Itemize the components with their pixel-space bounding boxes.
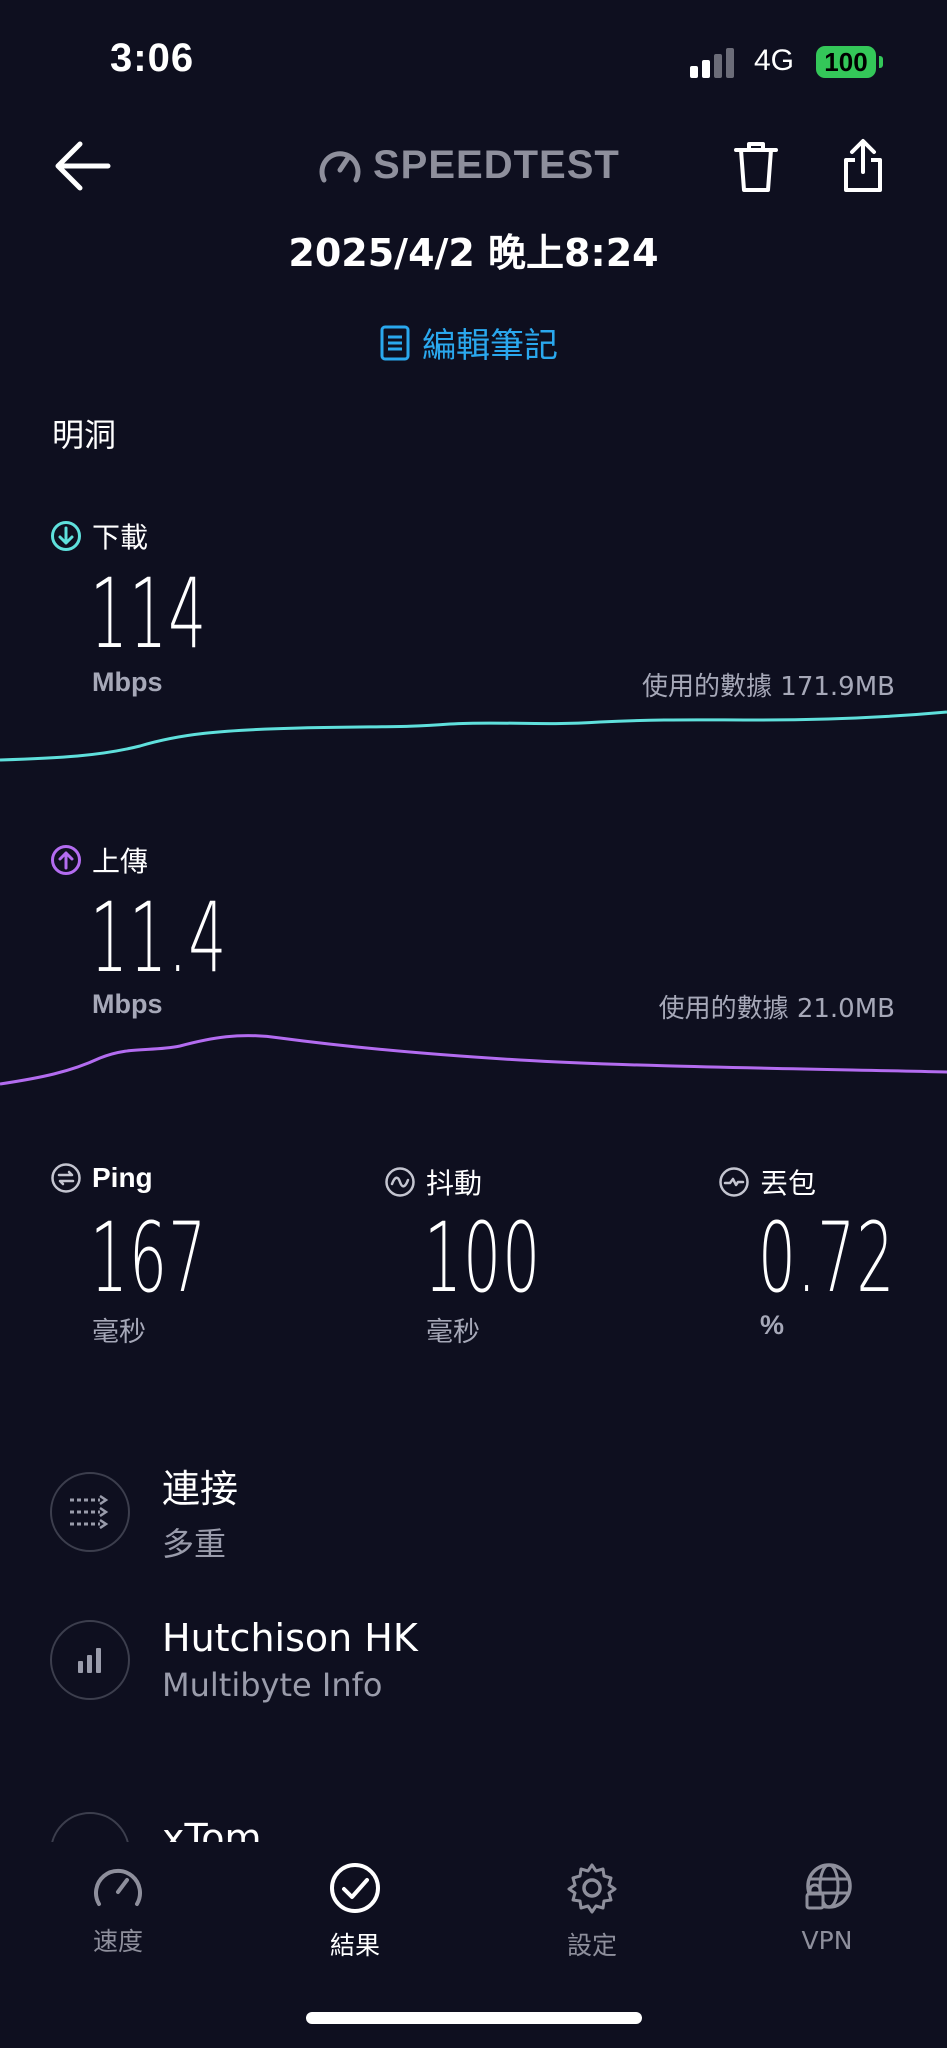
cellular-signal-icon	[690, 48, 734, 78]
upload-arrow-icon	[51, 845, 81, 875]
trash-icon[interactable]	[732, 140, 780, 194]
location-label: 明洞	[52, 416, 117, 454]
tab-vpn[interactable]: VPN	[767, 1862, 887, 1955]
gear-icon	[567, 1863, 617, 1914]
jitter-icon	[385, 1167, 415, 1197]
ping-unit: 毫秒	[92, 1317, 146, 1348]
connections-row[interactable]: 連接 多重	[50, 1458, 238, 1565]
upload-unit: Mbps	[92, 989, 163, 1019]
test-datetime: 2025/4/2 晚上8:24	[288, 231, 659, 275]
network-type: 4G	[754, 44, 795, 77]
checkmark-circle-icon	[330, 1863, 380, 1913]
signal-bars-icon	[50, 1620, 130, 1700]
server-icon	[50, 1812, 130, 1842]
tab-settings[interactable]: 設定	[532, 1862, 652, 1962]
jitter-value: 100	[424, 1202, 542, 1314]
jitter-header: 抖動	[384, 1162, 482, 1202]
tab-speed-label: 速度	[92, 1927, 143, 1956]
upload-label: 上傳	[92, 845, 149, 878]
upload-value: 11.4	[90, 882, 228, 994]
back-arrow-icon[interactable]	[52, 140, 112, 192]
note-icon	[380, 325, 410, 360]
connections-icon	[50, 1471, 130, 1552]
isp-row[interactable]: Hutchison HK Multibyte Info	[50, 1616, 418, 1704]
server-row-clip: xTom	[0, 1780, 947, 1842]
packet-loss-stat: 丟包	[718, 1162, 816, 1202]
speedometer-icon	[94, 1868, 142, 1906]
vpn-globe-icon	[805, 1863, 852, 1910]
battery-indicator: 100	[816, 46, 876, 78]
jitter-unit: 毫秒	[426, 1317, 480, 1348]
tab-results[interactable]: 結果	[295, 1862, 415, 1962]
upload-header: 上傳	[50, 840, 148, 880]
ping-value: 167	[90, 1202, 208, 1314]
edit-note-label: 編輯筆記	[422, 326, 558, 366]
packet-loss-icon	[719, 1167, 749, 1197]
connections-title: 連接	[162, 1467, 239, 1511]
battery-tip	[879, 56, 883, 68]
ping-header: Ping	[50, 1162, 153, 1194]
packet-loss-value: 0.72	[758, 1202, 896, 1314]
jitter-stat: 抖動	[384, 1162, 482, 1202]
server-row[interactable]: xTom	[50, 1812, 262, 1842]
tab-results-label: 結果	[329, 1931, 380, 1960]
upload-graph	[0, 1034, 947, 1086]
server-name: xTom	[162, 1816, 262, 1842]
speedtest-logo: SPEEDTEST	[373, 143, 620, 187]
status-time: 3:06	[110, 36, 195, 80]
ping-icon	[51, 1163, 81, 1193]
isp-name: Hutchison HK	[162, 1616, 418, 1660]
download-label: 下載	[92, 521, 149, 554]
packet-loss-header: 丟包	[718, 1162, 816, 1202]
tab-vpn-label: VPN	[801, 1926, 853, 1955]
tab-settings-label: 設定	[566, 1931, 617, 1960]
share-icon[interactable]	[842, 138, 884, 194]
connections-value: 多重	[162, 1525, 227, 1563]
jitter-label: 抖動	[426, 1167, 483, 1200]
tab-speed[interactable]: 速度	[58, 1862, 178, 1958]
isp-sub: Multibyte Info	[162, 1666, 383, 1704]
packet-loss-unit: %	[760, 1310, 785, 1340]
download-graph	[0, 710, 947, 762]
download-header: 下載	[50, 516, 148, 556]
download-value: 114	[90, 558, 208, 670]
download-arrow-icon	[51, 521, 81, 551]
ping-stat: Ping	[50, 1162, 153, 1194]
packet-loss-label: 丟包	[760, 1167, 817, 1200]
home-indicator	[306, 2012, 642, 2024]
ping-label: Ping	[92, 1162, 153, 1193]
speedtest-logo-icon	[319, 151, 361, 183]
edit-note-button[interactable]: 編輯筆記	[380, 318, 558, 367]
